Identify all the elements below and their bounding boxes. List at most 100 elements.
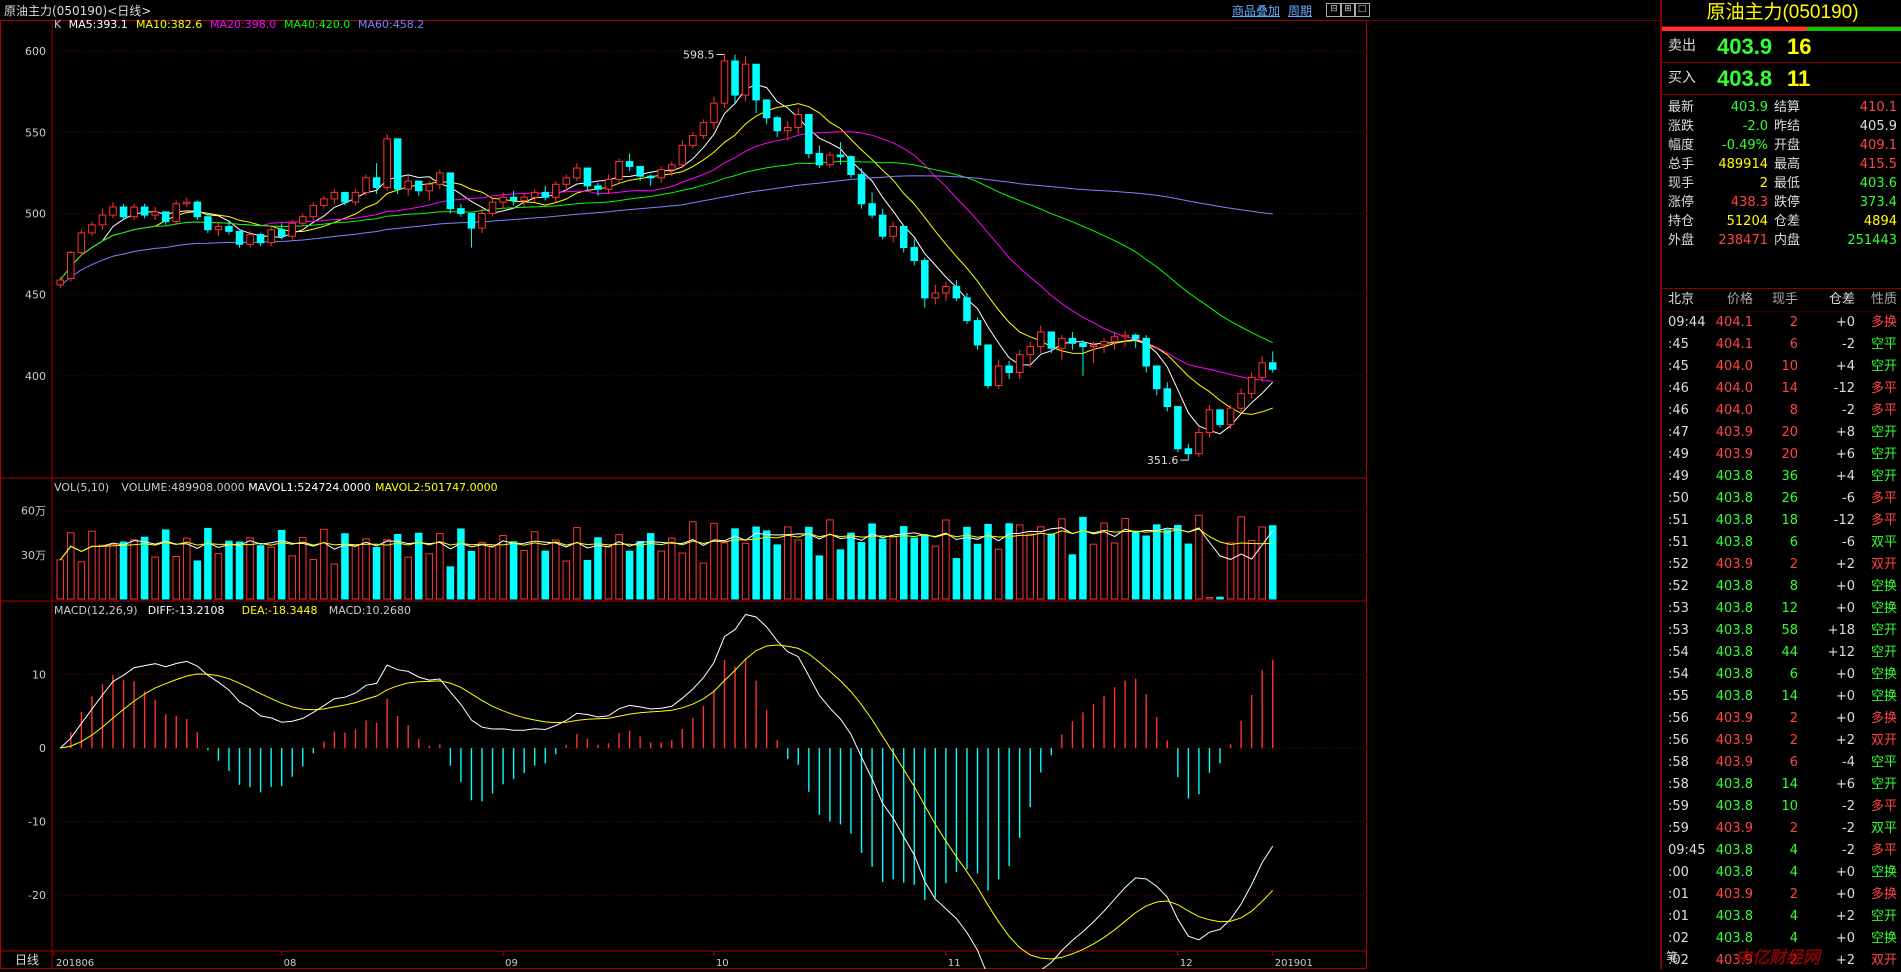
tick-oi-change: +0 [1835, 865, 1855, 880]
period-label: 日线 [15, 953, 39, 967]
volume-bar [878, 538, 887, 600]
tick-time: :00 [1668, 865, 1689, 880]
volume-bar [636, 541, 644, 600]
sell-row: 卖出 403.9 16 [1662, 31, 1901, 63]
volume-bar [720, 542, 729, 600]
volume-bar [235, 541, 244, 600]
candle-body [320, 198, 328, 206]
stat-label: 涨跌 [1668, 119, 1695, 134]
volume-bar [1247, 540, 1256, 600]
tick-row[interactable]: :45 404.1 6 -2 空平 [1662, 334, 1901, 356]
tick-oi-change: +18 [1827, 623, 1855, 638]
volume-bar [657, 550, 665, 600]
stat-label: 幅度 [1668, 138, 1695, 153]
tick-volume: 2 [1789, 557, 1798, 572]
period-link[interactable]: 周期 [1288, 2, 1312, 19]
volume-bar [309, 559, 318, 600]
stat-value: 51204 [1726, 214, 1768, 229]
tick-volume: 8 [1789, 579, 1798, 594]
tick-row[interactable]: :56 403.9 2 +0 多换 [1662, 708, 1901, 730]
commodity-overlay-link[interactable]: 商品叠加 [1232, 2, 1280, 19]
tick-row[interactable]: :01 403.9 2 +0 多换 [1662, 884, 1901, 906]
candle-body [277, 229, 286, 237]
tick-row[interactable]: :47 403.9 20 +8 空开 [1662, 422, 1901, 444]
tick-row[interactable]: :56 403.9 2 +2 双开 [1662, 730, 1901, 752]
candle-body [963, 297, 971, 322]
volume-bar [857, 542, 866, 600]
tick-time: :46 [1668, 403, 1689, 418]
instrument-name: 原油主力(050190) [1662, 0, 1901, 27]
stat-label: 涨停 [1668, 195, 1695, 210]
tick-time: :49 [1668, 447, 1689, 462]
tick-row[interactable]: :52 403.8 8 +0 空换 [1662, 576, 1901, 598]
tick-row[interactable]: :59 403.9 2 -2 双平 [1662, 818, 1901, 840]
y-tick-label: -10 [28, 816, 46, 829]
tick-nature: 双平 [1870, 821, 1897, 836]
tick-price: 403.8 [1715, 865, 1753, 880]
y-tick-label: 450 [25, 289, 46, 302]
tick-row[interactable]: :54 403.8 44 +12 空开 [1662, 642, 1901, 664]
tick-oi-change: -2 [1842, 799, 1855, 814]
tick-price: 403.9 [1715, 821, 1753, 836]
candle-body [636, 165, 644, 177]
tick-volume: 12 [1781, 601, 1798, 616]
tick-row[interactable]: 09:44 404.1 2 +0 多换 [1662, 312, 1901, 334]
tick-row[interactable]: :49 403.9 20 +6 空开 [1662, 444, 1901, 466]
tick-row[interactable]: :51 403.8 6 -6 双平 [1662, 532, 1901, 554]
candle-body [773, 117, 781, 132]
candle-body [256, 234, 265, 244]
low-price-label: 351.6 [1147, 454, 1179, 467]
candle-body [204, 216, 212, 231]
close-button[interactable]: □ [1354, 3, 1370, 17]
tick-row[interactable]: :58 403.9 6 -4 空平 [1662, 752, 1901, 774]
candle-body [246, 234, 254, 245]
tick-row[interactable]: :58 403.8 14 +6 空开 [1662, 774, 1901, 796]
tick-row[interactable]: 09:45 403.8 4 -2 多平 [1662, 840, 1901, 862]
volume-bar [56, 559, 65, 600]
tick-price: 404.0 [1715, 403, 1753, 418]
tick-row[interactable]: :46 404.0 8 -2 多平 [1662, 400, 1901, 422]
candle-body [372, 177, 381, 189]
tick-volume: 2 [1789, 711, 1798, 726]
stat-row: 幅度 -0.49% 开盘 409.1 [1662, 136, 1901, 155]
tick-row[interactable]: :53 403.8 12 +0 空换 [1662, 598, 1901, 620]
volume-bar [225, 540, 233, 600]
tick-row[interactable]: :52 403.9 2 +2 双开 [1662, 554, 1901, 576]
tick-row[interactable]: :55 403.8 14 +0 空换 [1662, 686, 1901, 708]
stat-value: 415.5 [1859, 157, 1897, 172]
tick-tab[interactable]: 笔 [1666, 948, 1678, 965]
tick-row[interactable]: :53 403.8 58 +18 空开 [1662, 620, 1901, 642]
tick-row[interactable]: :45 404.0 10 +4 空开 [1662, 356, 1901, 378]
volume-bar [1026, 533, 1035, 600]
tick-time: 09:44 [1668, 315, 1706, 330]
tick-row[interactable]: :49 403.8 36 +4 空开 [1662, 466, 1901, 488]
tick-row[interactable]: :54 403.8 6 +0 空换 [1662, 664, 1901, 686]
tick-row[interactable]: :01 403.8 4 +2 空开 [1662, 906, 1901, 928]
volume-bar [889, 536, 897, 600]
high-price-label: 598.5 [683, 48, 715, 61]
stat-row: 最新 403.9 结算 410.1 [1662, 98, 1901, 117]
tick-row[interactable]: :59 403.8 10 -2 多平 [1662, 796, 1901, 818]
tick-time: :01 [1668, 887, 1689, 902]
tick-row[interactable]: :51 403.8 18 -12 多平 [1662, 510, 1901, 532]
tick-row[interactable]: :46 404.0 14 -12 多平 [1662, 378, 1901, 400]
tick-price: 403.8 [1715, 579, 1753, 594]
tick-list[interactable]: 09:44 404.1 2 +0 多换:45 404.1 6 -2 空平:45 404.0 10 +4… [1662, 312, 1901, 972]
tick-row[interactable]: :00 403.8 4 +0 空换 [1662, 862, 1901, 884]
candle-body [942, 286, 950, 294]
volume-legend-item: MAVOL2:501747.0000 [375, 481, 498, 494]
tick-oi-change: -12 [1833, 513, 1855, 528]
volume-bar [594, 537, 602, 600]
tick-nature: 空开 [1870, 425, 1897, 440]
volume-bar [752, 526, 760, 600]
candle-body [56, 279, 65, 286]
tick-oi-change: +0 [1835, 931, 1855, 946]
kline-chart-area[interactable]: 600 550 500 450 400 K MA5:393.1 MA10:382.6 MA20:… [0, 20, 1660, 969]
candle-body [1237, 393, 1245, 409]
tick-row[interactable]: :50 403.8 26 -6 多平 [1662, 488, 1901, 510]
tick-time: :51 [1668, 513, 1689, 528]
volume-bar [393, 534, 402, 600]
volume-bar [88, 530, 96, 600]
volume-bar [847, 532, 855, 600]
candle-body [88, 224, 96, 234]
